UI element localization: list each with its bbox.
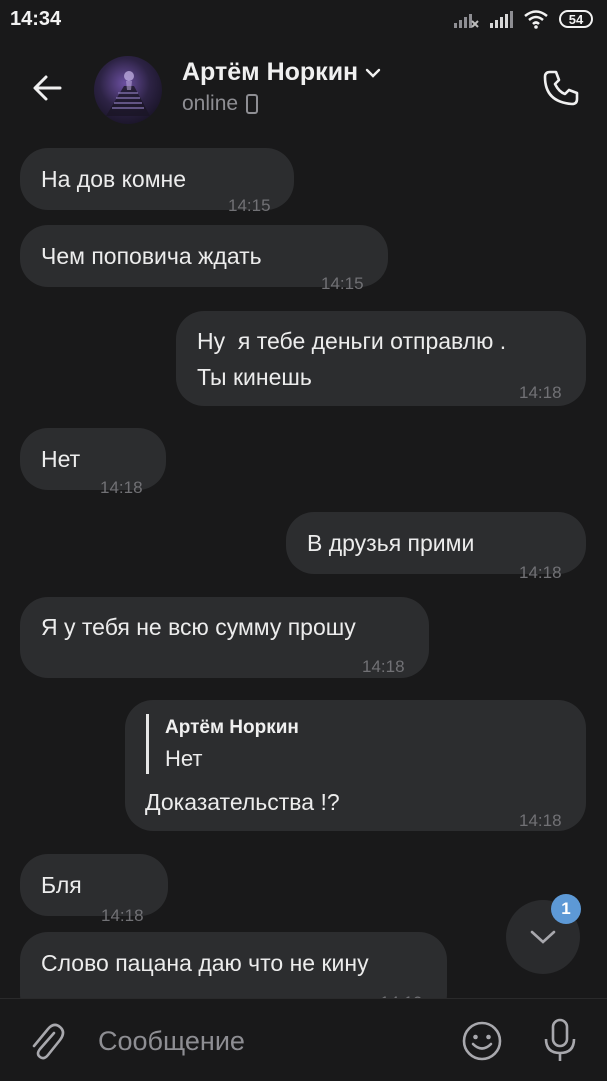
message-incoming[interactable]: Чем поповича ждать 14:15 (20, 225, 388, 293)
status-icons: 54 (453, 9, 593, 29)
message-time: 14:18 (519, 563, 562, 582)
message-text: Чем поповича ждать (41, 243, 262, 269)
message-outgoing-reply[interactable]: Артём Норкин Нет Доказательства !? 14:18 (125, 700, 586, 831)
chat-header: Артём Норкин online (0, 42, 607, 138)
message-input[interactable] (96, 1017, 440, 1065)
contact-title[interactable]: Артём Норкин (182, 58, 382, 87)
phone-call-icon[interactable] (539, 66, 583, 110)
signal-no-service-icon (454, 14, 479, 28)
contact-name: Артём Норкин (182, 58, 359, 86)
message-text-line-1: Ну я тебе деньги отправлю . (197, 328, 507, 354)
unread-count-badge: 1 (551, 894, 581, 924)
contact-status: online (182, 92, 239, 115)
microphone-icon[interactable] (540, 1017, 580, 1063)
emoji-icon[interactable] (460, 1019, 504, 1063)
reply-text: Нет (165, 746, 203, 771)
status-bar: 14:34 54 (0, 0, 607, 42)
message-time: 14:18 (100, 478, 143, 497)
status-time: 14:34 (10, 8, 62, 30)
message-incoming[interactable]: Слово пацана даю что не кину 14:19 (20, 932, 447, 998)
message-time: 14:18 (519, 383, 562, 402)
message-text-line-2: Ты кинешь (197, 364, 312, 390)
message-incoming[interactable]: Я у тебя не всю сумму прошу 14:18 (20, 597, 429, 678)
avatar-image (106, 71, 150, 116)
message-incoming[interactable]: Нет 14:18 (20, 428, 166, 497)
message-composer (0, 998, 607, 1081)
reply-quote[interactable]: Артём Норкин Нет (146, 714, 299, 774)
reply-author: Артём Норкин (165, 717, 299, 738)
chevron-down-icon (365, 68, 381, 78)
message-incoming[interactable]: Бля 14:18 (20, 854, 168, 925)
message-text: Бля (41, 872, 82, 898)
message-time: 14:15 (321, 274, 364, 293)
battery-indicator: 54 (559, 10, 593, 28)
message-text: На дов комне (41, 166, 187, 192)
wifi-icon (524, 10, 548, 29)
message-outgoing[interactable]: Ну я тебе деньги отправлю . Ты кинешь 14… (176, 311, 586, 406)
back-arrow-icon[interactable] (28, 68, 68, 108)
message-incoming[interactable]: На дов комне 14:15 (20, 148, 294, 215)
message-time: 14:18 (101, 906, 144, 925)
contact-status-row: online (182, 92, 259, 116)
message-text: В друзья прими (307, 530, 475, 556)
message-time: 14:15 (228, 196, 271, 215)
mobile-device-icon (246, 94, 259, 114)
contact-avatar[interactable] (94, 56, 162, 124)
message-text: Слово пацана даю что не кину (41, 950, 369, 976)
signal-icon (490, 11, 513, 28)
message-outgoing[interactable]: В друзья прими 14:18 (286, 512, 586, 582)
message-time: 14:18 (362, 657, 405, 676)
message-list[interactable]: На дов комне 14:15 Чем поповича ждать 14… (0, 140, 607, 998)
message-text: Я у тебя не всю сумму прошу (41, 614, 356, 640)
message-time: 14:18 (519, 811, 562, 830)
paperclip-icon[interactable] (26, 1019, 66, 1063)
chevron-down-icon (530, 930, 556, 944)
message-text: Нет (41, 446, 81, 472)
message-text: Доказательства !? (145, 789, 340, 815)
message-time: 14:19 (380, 985, 423, 998)
